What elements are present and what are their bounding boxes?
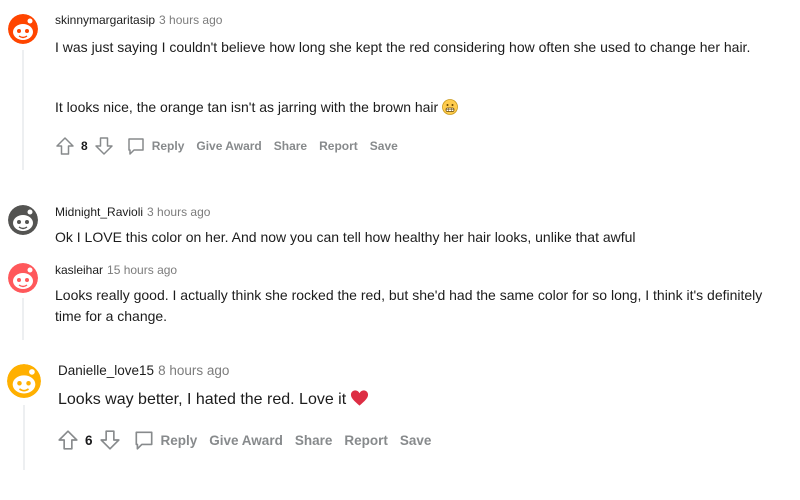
upvote-arrow-icon[interactable] <box>57 429 79 451</box>
share-button[interactable]: Share <box>295 433 333 448</box>
avatar[interactable] <box>7 364 41 398</box>
timestamp[interactable]: 8 hours ago <box>158 363 229 378</box>
timestamp[interactable]: 15 hours ago <box>107 263 177 277</box>
comment-actions: 8 Reply Give Award Share Report Save <box>55 136 398 156</box>
username[interactable]: kasleihar <box>55 263 103 277</box>
timestamp[interactable]: 3 hours ago <box>147 205 210 219</box>
timestamp[interactable]: 3 hours ago <box>159 13 222 27</box>
thread-line[interactable] <box>22 50 24 170</box>
save-button[interactable]: Save <box>370 139 398 153</box>
avatar[interactable] <box>8 263 38 293</box>
thread-line[interactable] <box>23 405 25 470</box>
snoo-avatar-icon <box>7 364 41 398</box>
vote-score: 8 <box>81 139 88 153</box>
comment-text: Looks really good. I actually think she … <box>55 287 763 324</box>
comment-meta: kasleihar 15 hours ago <box>55 262 177 278</box>
grimacing-face-emoji <box>442 99 459 121</box>
reply-label: Reply <box>151 139 185 153</box>
comment-text: Looks way better, I hated the red. Love … <box>58 389 758 413</box>
snoo-avatar-icon <box>8 14 38 44</box>
downvote-arrow-icon[interactable] <box>94 136 114 156</box>
comment-text: I was just saying I couldn't believe how… <box>55 39 751 55</box>
red-heart-emoji <box>350 389 369 413</box>
comment-bubble-icon <box>127 138 144 155</box>
snoo-avatar-icon <box>8 205 38 235</box>
avatar[interactable] <box>8 14 38 44</box>
username[interactable]: skinnymargaritasip <box>55 13 155 27</box>
reply-button[interactable]: Reply <box>126 136 185 156</box>
username[interactable]: Midnight_Ravioli <box>55 205 143 219</box>
upvote-arrow-icon[interactable] <box>55 136 75 156</box>
save-button[interactable]: Save <box>400 433 432 448</box>
give-award-button[interactable]: Give Award <box>196 139 261 153</box>
thread-line[interactable] <box>22 298 24 340</box>
comment-meta: Midnight_Ravioli 3 hours ago <box>55 204 210 220</box>
vote-score: 6 <box>85 432 93 448</box>
snoo-avatar-icon <box>8 263 38 293</box>
comment-meta: Danielle_love15 8 hours ago <box>58 363 229 379</box>
comment-actions: 6 Reply Give Award Share Report Save <box>57 429 431 451</box>
comment-text: It looks nice, the orange tan isn't as j… <box>55 97 775 121</box>
comment-text: Ok I LOVE this color on her. And now you… <box>55 229 636 245</box>
reply-button[interactable]: Reply <box>133 429 198 451</box>
downvote-arrow-icon[interactable] <box>99 429 121 451</box>
comment-meta: skinnymargaritasip 3 hours ago <box>55 12 222 28</box>
report-button[interactable]: Report <box>344 433 388 448</box>
give-award-button[interactable]: Give Award <box>209 433 283 448</box>
username[interactable]: Danielle_love15 <box>58 363 154 378</box>
comment-text-line: It looks nice, the orange tan isn't as j… <box>55 99 439 115</box>
avatar[interactable] <box>8 205 38 235</box>
reply-label: Reply <box>160 432 198 448</box>
truncated-actions-row <box>55 338 255 342</box>
report-button[interactable]: Report <box>319 139 358 153</box>
comment-text-line: Looks way better, I hated the red. Love … <box>58 391 347 408</box>
share-button[interactable]: Share <box>274 139 307 153</box>
comment-bubble-icon <box>134 431 153 450</box>
